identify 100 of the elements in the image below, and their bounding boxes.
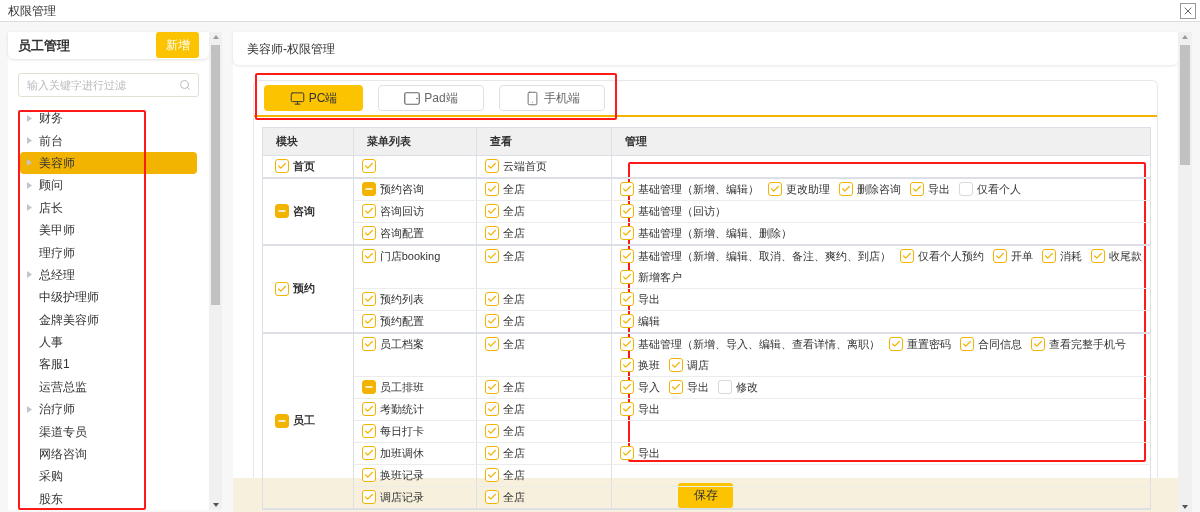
tree-item[interactable]: 美容师	[20, 151, 197, 175]
tree-item[interactable]: 店长	[20, 196, 197, 219]
tree-item[interactable]: 人事	[20, 330, 197, 354]
menu-label: 每日打卡	[379, 423, 424, 439]
module-label: 咨询	[293, 203, 315, 219]
permission-label: 合同信息	[978, 336, 1022, 352]
scrollbar[interactable]	[209, 32, 222, 510]
role-label: 渠道专员	[39, 423, 87, 441]
tree-item[interactable]: 采购	[20, 465, 197, 488]
permission-label: 开单	[1011, 248, 1033, 264]
device-tab[interactable]: PC端	[264, 85, 363, 111]
tree-item[interactable]: 顾问	[20, 174, 197, 197]
tree-item[interactable]: 金牌美容师	[20, 308, 197, 331]
view-label: 全店	[502, 225, 525, 241]
tree-item[interactable]: 网络咨询	[20, 442, 197, 466]
permission-label: 换班	[638, 357, 660, 373]
close-button[interactable]	[1180, 2, 1196, 19]
phone-icon	[524, 90, 540, 106]
expand-arrow-icon[interactable]	[27, 181, 32, 189]
permission-label: 更改助理	[786, 181, 830, 197]
menu-label: 员工档案	[379, 336, 424, 352]
view-label: 全店	[502, 445, 525, 461]
monitor-icon	[289, 90, 305, 106]
role-label: 财务	[39, 110, 63, 128]
panel-title: 美容师-权限管理	[247, 40, 335, 58]
tree-item[interactable]: 中级护理师	[20, 286, 197, 309]
permission-label: 仅看个人预约	[918, 248, 984, 264]
permission-label: 编辑	[638, 313, 660, 329]
search-field[interactable]: 输入关键字进行过滤	[18, 72, 199, 97]
expand-arrow-icon[interactable]	[27, 114, 32, 122]
permission-label: 导入	[638, 379, 660, 395]
role-label: 人事	[39, 334, 63, 352]
tree-item[interactable]: 客服1	[20, 353, 197, 376]
view-label: 全店	[502, 203, 525, 219]
tablet-icon	[404, 91, 421, 105]
permission-label: 导出	[638, 291, 660, 307]
tree-item[interactable]: 前台	[20, 129, 197, 152]
permission-label: 新增客户	[638, 269, 682, 285]
view-label: 全店	[502, 401, 525, 417]
column-header: 菜单列表	[353, 128, 477, 155]
view-label: 全店	[502, 248, 525, 264]
role-label: 采购	[39, 468, 63, 486]
device-tab[interactable]: 手机端	[499, 85, 605, 111]
role-label: 美甲师	[39, 222, 75, 240]
module-label: 首页	[293, 158, 315, 174]
scrollbar[interactable]	[1178, 32, 1192, 512]
menu-label: 咨询配置	[379, 225, 424, 241]
role-label: 治疗师	[39, 401, 75, 419]
view-label: 全店	[502, 336, 525, 352]
view-label: 全店	[502, 423, 525, 439]
menu-label: 员工排班	[379, 379, 424, 395]
expand-arrow-icon[interactable]	[27, 159, 32, 167]
view-label: 全店	[502, 313, 525, 329]
permission-label: 调店	[687, 357, 709, 373]
menu-label: 调店记录	[379, 489, 424, 505]
view-label: 全店	[502, 467, 525, 483]
expand-arrow-icon[interactable]	[27, 405, 32, 413]
permission-label: 基础管理（新增、编辑）	[638, 181, 759, 197]
column-header: 管理	[611, 128, 1151, 155]
tree-item[interactable]: 财务	[20, 106, 197, 130]
role-label: 店长	[39, 199, 63, 217]
tree-item[interactable]: 总经理	[20, 263, 197, 287]
tree-item[interactable]: 美甲师	[20, 218, 197, 242]
window-title: 权限管理	[8, 2, 56, 20]
checkbox[interactable]	[959, 182, 973, 196]
checkbox[interactable]	[718, 380, 732, 394]
role-label: 前台	[39, 132, 63, 150]
tree-item[interactable]: 股东	[20, 487, 197, 510]
menu-label: 咨询回访	[379, 203, 424, 219]
tree-item[interactable]: 理疗师	[20, 241, 197, 264]
save-button[interactable]: 保存	[678, 482, 733, 508]
permission-label: 消耗	[1060, 248, 1082, 264]
view-label: 全店	[502, 181, 525, 197]
device-tab[interactable]: Pad端	[378, 85, 484, 111]
permission-label: 重置密码	[907, 336, 951, 352]
view-label: 全店	[502, 379, 525, 395]
menu-label: 预约列表	[379, 291, 424, 307]
tree-item[interactable]: 渠道专员	[20, 420, 197, 443]
role-label: 运营总监	[39, 378, 87, 396]
permission-label: 修改	[736, 379, 758, 395]
tree-item[interactable]: 运营总监	[20, 375, 197, 399]
panel-title: 员工管理	[18, 36, 70, 55]
permission-label: 删除咨询	[857, 181, 901, 197]
permission-label: 导出	[687, 379, 709, 395]
permission-label: 基础管理（新增、导入、编辑、查看详情、离职）	[638, 336, 880, 352]
permission-label: 基础管理（回访）	[638, 203, 726, 219]
menu-label: 预约咨询	[379, 181, 424, 197]
view-label: 云端首页	[502, 158, 547, 174]
permission-label: 导出	[638, 445, 660, 461]
menu-label: 考勤统计	[379, 401, 424, 417]
permission-label: 导出	[638, 401, 660, 417]
expand-arrow-icon[interactable]	[27, 137, 32, 145]
expand-arrow-icon[interactable]	[27, 271, 32, 279]
expand-arrow-icon[interactable]	[27, 204, 32, 212]
view-label: 全店	[502, 489, 525, 505]
menu-label: 加班调休	[379, 445, 424, 461]
tree-item[interactable]: 治疗师	[20, 398, 197, 421]
role-label: 理疗师	[39, 244, 75, 262]
permission-label: 导出	[928, 181, 950, 197]
role-label: 总经理	[39, 266, 75, 284]
